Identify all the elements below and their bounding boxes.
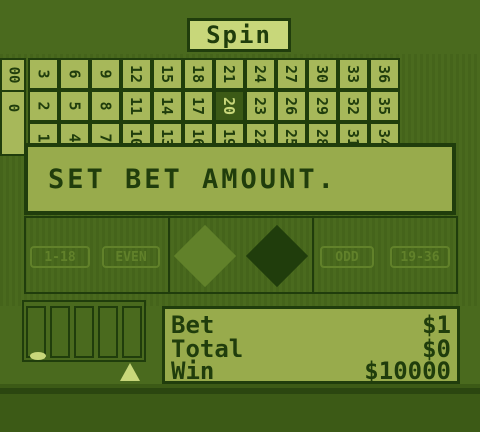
number-label: 12 — [127, 64, 146, 84]
number-cell[interactable]: 3 — [28, 58, 59, 90]
number-label: 3 — [34, 69, 53, 79]
number-label: 27 — [282, 64, 301, 84]
bet-odd-button[interactable]: ODD — [320, 246, 374, 268]
number-label: 30 — [313, 64, 332, 84]
number-cell[interactable]: 5 — [59, 90, 90, 122]
bet-info-panel: Bet $1 Total $0 Win $10000 — [162, 306, 460, 384]
number-label: 5 — [65, 101, 84, 111]
number-cell[interactable]: 20 — [214, 90, 245, 122]
number-cell[interactable]: 26 — [276, 90, 307, 122]
double-zero-cell[interactable]: 00 — [0, 58, 26, 92]
win-label: Win — [171, 357, 215, 385]
number-cell[interactable]: 11 — [121, 90, 152, 122]
zero-cell[interactable]: 0 — [0, 90, 26, 156]
number-label: 35 — [375, 96, 394, 116]
message-dialog: SET BET AMOUNT. — [24, 143, 456, 215]
number-cell[interactable]: 6 — [59, 58, 90, 90]
number-label: 17 — [189, 96, 208, 116]
number-cell[interactable]: 36 — [369, 58, 400, 90]
number-cell[interactable]: 9 — [90, 58, 121, 90]
number-label: 4 — [65, 133, 84, 143]
number-cell[interactable]: 18 — [183, 58, 214, 90]
number-cell[interactable]: 15 — [152, 58, 183, 90]
number-board: 00 0 3 2 1 6 5 4 9 8 7 12 11 10 15 14 13… — [0, 58, 480, 156]
number-cell[interactable]: 33 — [338, 58, 369, 90]
chip-slot[interactable] — [98, 306, 118, 358]
number-label: 7 — [96, 133, 115, 143]
number-label: 21 — [220, 64, 239, 84]
double-zero-label: 00 — [4, 66, 21, 84]
bet-label: Bet — [171, 311, 215, 339]
bet-low-label: 1-18 — [44, 249, 76, 265]
bet-even-button[interactable]: EVEN — [102, 246, 160, 268]
dialog-text: SET BET AMOUNT. — [48, 163, 337, 195]
chip-slot[interactable] — [26, 306, 46, 358]
zero-label: 0 — [5, 103, 21, 113]
footer-divider — [0, 388, 480, 394]
chip-slot[interactable] — [74, 306, 94, 358]
chip-slot[interactable] — [50, 306, 70, 358]
number-label: 18 — [189, 64, 208, 84]
number-label: 29 — [313, 96, 332, 116]
number-cell[interactable]: 29 — [307, 90, 338, 122]
bet-high-button[interactable]: 19-36 — [390, 246, 450, 268]
number-cell[interactable]: 35 — [369, 90, 400, 122]
roulette-screen: Spin 00 0 3 2 1 6 5 4 9 8 7 12 11 10 15 … — [0, 0, 480, 432]
number-cell[interactable]: 8 — [90, 90, 121, 122]
bet-value: $1 — [422, 311, 451, 339]
number-cell[interactable]: 17 — [183, 90, 214, 122]
number-label: 24 — [251, 64, 270, 84]
number-cell[interactable]: 21 — [214, 58, 245, 90]
number-label: 6 — [65, 69, 84, 79]
number-label: 32 — [344, 96, 363, 116]
number-label: 36 — [375, 64, 394, 84]
number-label: 23 — [251, 96, 270, 116]
bet-low-button[interactable]: 1-18 — [30, 246, 90, 268]
bet-high-label: 19-36 — [400, 249, 440, 265]
number-cell[interactable]: 24 — [245, 58, 276, 90]
chip-icon — [30, 352, 46, 360]
number-cell[interactable]: 30 — [307, 58, 338, 90]
bet-odd-label: ODD — [335, 249, 359, 265]
number-cell[interactable]: 23 — [245, 90, 276, 122]
number-label: 33 — [344, 64, 363, 84]
number-label: 2 — [34, 101, 53, 111]
number-cell[interactable]: 27 — [276, 58, 307, 90]
number-label: 9 — [96, 69, 115, 79]
chip-slot[interactable] — [122, 306, 142, 358]
number-cell[interactable]: 2 — [28, 90, 59, 122]
number-label: 15 — [158, 64, 177, 84]
number-label: 1 — [34, 133, 53, 143]
number-cell[interactable]: 32 — [338, 90, 369, 122]
number-cell[interactable]: 12 — [121, 58, 152, 90]
number-label: 8 — [96, 101, 115, 111]
number-cell[interactable]: 14 — [152, 90, 183, 122]
number-label: 11 — [127, 96, 146, 116]
win-value: $10000 — [364, 357, 451, 385]
bet-even-label: EVEN — [115, 249, 147, 265]
number-label: 26 — [282, 96, 301, 116]
number-label: 14 — [158, 96, 177, 116]
spin-button[interactable]: Spin — [187, 18, 291, 52]
cursor-arrow-icon — [120, 363, 140, 381]
number-label: 20 — [220, 96, 239, 116]
